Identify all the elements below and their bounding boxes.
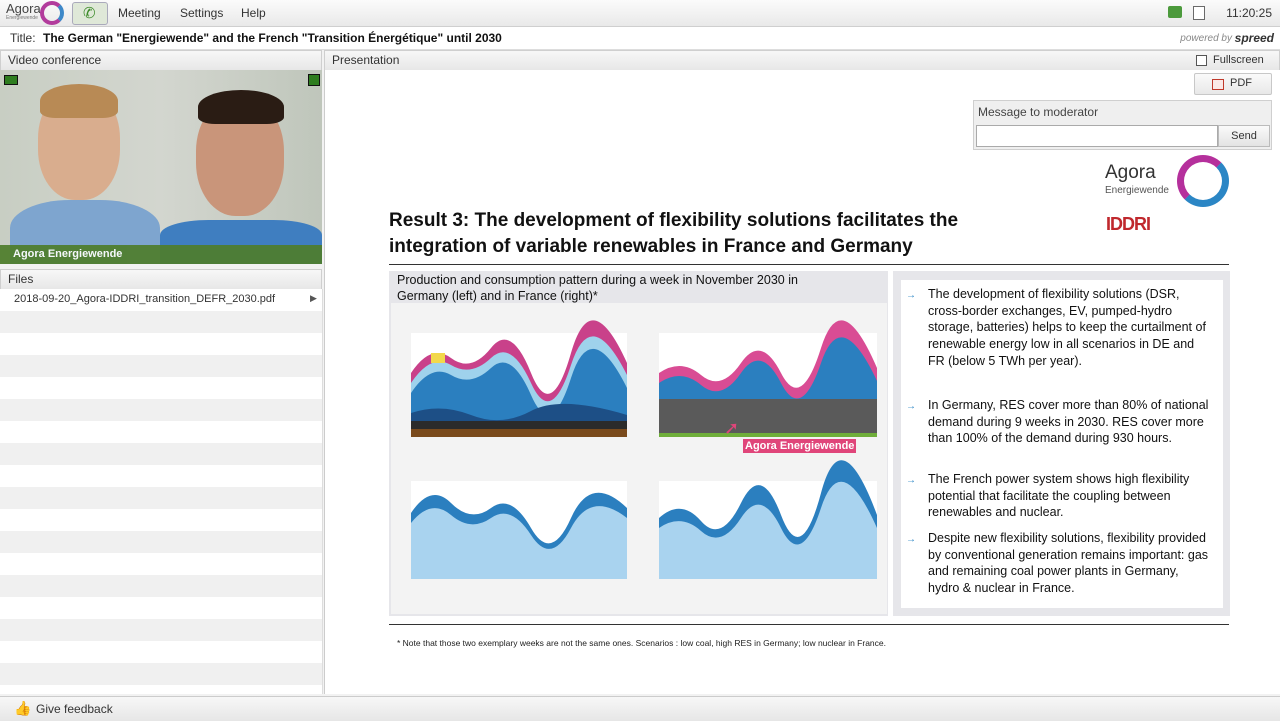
list-item — [0, 619, 322, 641]
list-item — [0, 421, 322, 443]
send-button[interactable]: Send — [1218, 125, 1270, 147]
chart-area-peak — [431, 353, 445, 363]
list-item — [0, 377, 322, 399]
video-conference-title: Video conference — [8, 53, 102, 67]
title-label: Title: — [10, 31, 36, 45]
charts-caption-line1: Production and consumption pattern durin… — [397, 273, 798, 287]
bullet-4: Despite new flexibility solutions, flexi… — [928, 531, 1209, 596]
bullet-3: The French power system shows high flexi… — [928, 472, 1190, 520]
meeting-title: The German "Energiewende" and the French… — [43, 31, 502, 45]
iddri-logo: IDDRI — [1106, 214, 1151, 234]
list-item — [0, 399, 322, 421]
slide-title: Result 3: The development of flexibility… — [389, 208, 1089, 260]
file-name[interactable]: 2018-09-20_Agora-IDDRI_transition_DEFR_2… — [14, 293, 275, 305]
chevron-right-icon[interactable]: ▶ — [310, 293, 317, 304]
fullscreen-checkbox[interactable] — [1196, 55, 1207, 66]
pointer-arrow-icon: ➚ — [724, 418, 740, 438]
list-item — [0, 553, 322, 575]
slide-title-line2: integration of variable renewables in Fr… — [389, 236, 913, 257]
slide-divider-top — [389, 264, 1229, 265]
slide-divider-bottom — [389, 624, 1229, 625]
call-button[interactable]: ✆ — [72, 2, 108, 25]
files-list: 2018-09-20_Agora-IDDRI_transition_DEFR_2… — [0, 289, 323, 694]
files-header: Files — [0, 269, 322, 290]
bullet-arrow-icon: → — [906, 475, 916, 486]
title-bar: Title: The German "Energiewende" and the… — [0, 27, 1280, 50]
moderator-message-box: Message to moderator Send — [973, 100, 1272, 150]
thumbs-up-icon[interactable]: 👍 — [14, 700, 31, 717]
app-logo-subtext: Energiewende — [6, 15, 38, 21]
germany-production-chart — [411, 320, 627, 437]
file-item[interactable]: 2018-09-20_Agora-IDDRI_transition_DEFR_2… — [0, 289, 322, 311]
agora-logo-subtext: Energiewende — [1105, 185, 1169, 196]
list-item — [0, 333, 322, 355]
phone-icon: ✆ — [83, 5, 96, 22]
bullet-arrow-icon: → — [906, 401, 916, 412]
files-title: Files — [8, 272, 34, 286]
list-item — [0, 575, 322, 597]
bullet-arrow-icon: → — [906, 534, 916, 545]
list-item — [0, 487, 322, 509]
feedback-bar: 👍 Give feedback — [0, 696, 1280, 721]
list-item — [0, 355, 322, 377]
presentation-title: Presentation — [332, 53, 400, 67]
video-conference-header: Video conference — [0, 50, 322, 71]
list-item — [0, 663, 322, 685]
pdf-label: PDF — [1230, 77, 1252, 89]
bullet-1: The development of flexibility solutions… — [928, 287, 1206, 368]
bullet-arrow-icon: → — [906, 290, 916, 301]
agora-logo-text: Agora — [1105, 162, 1156, 183]
list-item — [0, 443, 322, 465]
chart-area-lignite — [411, 421, 627, 429]
moderator-label: Message to moderator — [978, 105, 1099, 119]
chart-area-biomass — [411, 429, 627, 437]
list-item — [0, 311, 322, 333]
chart-area-nuclear — [659, 399, 877, 437]
menu-bar: Agora Energiewende ✆ Meeting Settings He… — [0, 0, 1280, 27]
fullscreen-label[interactable]: Fullscreen — [1213, 54, 1264, 66]
app-logo-text: Agora — [6, 1, 41, 16]
slide-footnote: * Note that those two exemplary weeks ar… — [397, 638, 886, 648]
agora-logo-icon — [1177, 155, 1229, 207]
video-stream[interactable]: Agora Energiewende — [0, 70, 322, 264]
charts-caption: Production and consumption pattern durin… — [397, 272, 877, 304]
pdf-download-button[interactable]: PDF — [1194, 73, 1272, 95]
slide-title-line1: Result 3: The development of flexibility… — [389, 210, 959, 231]
video-caption: Agora Energiewende — [0, 245, 322, 264]
menu-settings[interactable]: Settings — [180, 6, 223, 20]
list-item — [0, 641, 322, 663]
info-icon[interactable] — [1193, 6, 1205, 20]
camera-icon[interactable] — [4, 75, 18, 85]
powered-by-label: powered by — [1180, 33, 1232, 44]
list-item — [0, 465, 322, 487]
menu-meeting[interactable]: Meeting — [118, 6, 161, 20]
list-item — [0, 531, 322, 553]
energy-charts-image — [411, 320, 877, 579]
app-logo-icon — [40, 1, 64, 25]
france-production-chart — [659, 320, 877, 437]
charts-caption-line2: Germany (left) and in France (right)* — [397, 289, 598, 303]
expand-video-icon[interactable] — [308, 74, 320, 86]
clock: 11:20:25 — [1226, 6, 1272, 20]
chart-area-hydro — [659, 433, 877, 437]
presentation-header: Presentation — [324, 50, 1280, 71]
list-item — [0, 597, 322, 619]
list-item — [0, 509, 322, 531]
video-caption-text: Agora Energiewende — [13, 248, 123, 260]
spreed-logo: spreed — [1234, 31, 1274, 45]
connection-status-icon[interactable] — [1168, 6, 1182, 18]
bullet-2: In Germany, RES cover more than 80% of n… — [928, 398, 1209, 446]
moderator-message-input[interactable] — [976, 125, 1218, 147]
menu-help[interactable]: Help — [241, 6, 266, 20]
germany-consumption-chart — [411, 481, 627, 579]
pdf-icon — [1212, 79, 1224, 90]
give-feedback-button[interactable]: Give feedback — [36, 702, 113, 716]
pointer-label: Agora Energiewende — [743, 439, 857, 453]
france-consumption-chart — [659, 460, 877, 579]
participant-2-hair — [198, 90, 284, 124]
participant-1-hair — [40, 84, 118, 118]
